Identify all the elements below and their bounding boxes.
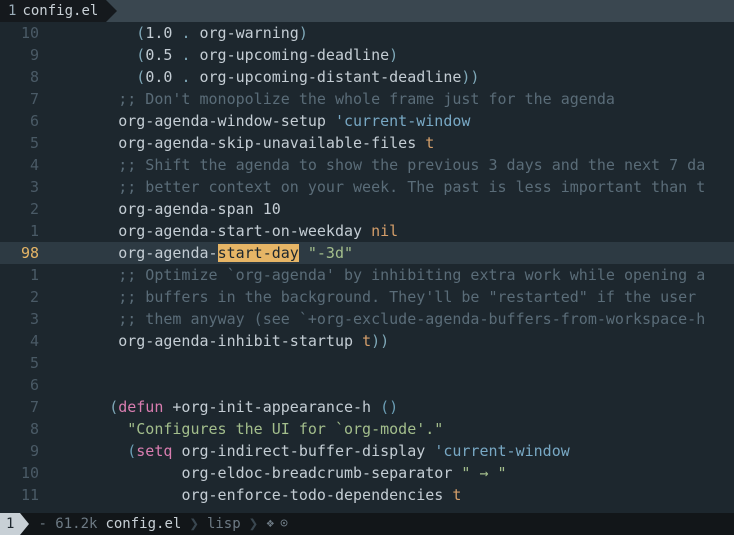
tab-filename: config.el <box>22 0 98 22</box>
line-number: 9 <box>0 44 55 66</box>
code-content: (1.0 . org-warning) <box>55 22 308 44</box>
code-content: ;; Optimize `org-agenda' by inhibiting e… <box>55 264 705 286</box>
tab-number: 1 <box>8 0 16 22</box>
tab-bar: 1 config.el <box>0 0 734 22</box>
tab-config[interactable]: 1 config.el <box>0 0 106 22</box>
code-content: ;; Shift the agenda to show the previous… <box>55 154 705 176</box>
line-number: 10 <box>0 22 55 44</box>
line-number: 8 <box>0 418 55 440</box>
line-number: 6 <box>0 110 55 132</box>
code-content: ;; them anyway (see `+org-exclude-agenda… <box>55 308 705 330</box>
editor-area[interactable]: 10 (1.0 . org-warning)9 (0.5 . org-upcom… <box>0 22 734 513</box>
code-line[interactable]: 2 org-agenda-span 10 <box>0 198 734 220</box>
line-number: 10 <box>0 462 55 484</box>
code-content: ;; better context on your week. The past… <box>55 176 705 198</box>
code-line[interactable]: 10 (1.0 . org-warning) <box>0 22 734 44</box>
mode-icons: ❖ ⊙ <box>262 513 292 535</box>
code-line[interactable]: 6 <box>0 374 734 396</box>
code-content: (0.5 . org-upcoming-deadline) <box>55 44 398 66</box>
line-number: 1 <box>0 220 55 242</box>
code-line[interactable]: 5 org-agenda-skip-unavailable-files t <box>0 132 734 154</box>
line-number: 2 <box>0 286 55 308</box>
code-line[interactable]: 8 "Configures the UI for `org-mode'." <box>0 418 734 440</box>
status-bar: 1 - 61.2k config.el ❯ lisp ❯ ❖ ⊙ <box>0 513 734 535</box>
code-content: ;; Don't monopolize the whole frame just… <box>55 88 615 110</box>
code-content <box>55 374 109 396</box>
line-number: 4 <box>0 154 55 176</box>
major-mode: lisp <box>203 513 245 535</box>
line-number: 5 <box>0 132 55 154</box>
code-content: org-agenda-start-day "-3d" <box>55 242 353 264</box>
line-number: 5 <box>0 352 55 374</box>
line-number: 4 <box>0 330 55 352</box>
line-number: 11 <box>0 484 55 506</box>
code-line[interactable]: 4 ;; Shift the agenda to show the previo… <box>0 154 734 176</box>
code-line[interactable]: 98 org-agenda-start-day "-3d" <box>0 242 734 264</box>
code-content <box>55 352 109 374</box>
code-content: (defun +org-init-appearance-h () <box>55 396 398 418</box>
code-line[interactable]: 1 ;; Optimize `org-agenda' by inhibiting… <box>0 264 734 286</box>
code-line[interactable]: 9 (setq org-indirect-buffer-display 'cur… <box>0 440 734 462</box>
code-content: org-agenda-start-on-weekday nil <box>55 220 398 242</box>
code-line[interactable]: 6 org-agenda-window-setup 'current-windo… <box>0 110 734 132</box>
code-line[interactable]: 2 ;; buffers in the background. They'll … <box>0 286 734 308</box>
code-line[interactable]: 10 org-eldoc-breadcrumb-separator " → " <box>0 462 734 484</box>
code-line[interactable]: 11 org-enforce-todo-dependencies t <box>0 484 734 506</box>
line-number: 3 <box>0 308 55 330</box>
window-number: 1 <box>0 513 20 535</box>
chevron-right-icon: ❯ <box>245 513 263 535</box>
code-content: org-enforce-todo-dependencies t <box>55 484 461 506</box>
line-number: 7 <box>0 396 55 418</box>
line-number: 1 <box>0 264 55 286</box>
line-number: 98 <box>0 242 55 264</box>
code-line[interactable]: 3 ;; better context on your week. The pa… <box>0 176 734 198</box>
code-content: org-agenda-skip-unavailable-files t <box>55 132 434 154</box>
buffer-name: config.el <box>101 513 185 535</box>
code-content: org-agenda-window-setup 'current-window <box>55 110 470 132</box>
code-content: ;; buffers in the background. They'll be… <box>55 286 705 308</box>
line-number: 7 <box>0 88 55 110</box>
code-line[interactable]: 7 ;; Don't monopolize the whole frame ju… <box>0 88 734 110</box>
line-number: 8 <box>0 66 55 88</box>
code-line[interactable]: 7 (defun +org-init-appearance-h () <box>0 396 734 418</box>
line-number: 3 <box>0 176 55 198</box>
line-number: 2 <box>0 198 55 220</box>
code-line[interactable]: 9 (0.5 . org-upcoming-deadline) <box>0 44 734 66</box>
line-number: 9 <box>0 440 55 462</box>
code-line[interactable]: 1 org-agenda-start-on-weekday nil <box>0 220 734 242</box>
code-line[interactable]: 8 (0.0 . org-upcoming-distant-deadline)) <box>0 66 734 88</box>
diamond-icon: ❖ <box>266 513 274 535</box>
buffer-size: - 61.2k <box>34 513 101 535</box>
chevron-right-icon: ❯ <box>185 513 203 535</box>
code-line[interactable]: 3 ;; them anyway (see `+org-exclude-agen… <box>0 308 734 330</box>
code-line[interactable]: 5 <box>0 352 734 374</box>
code-content: org-eldoc-breadcrumb-separator " → " <box>55 462 507 484</box>
code-line[interactable]: 4 org-agenda-inhibit-startup t)) <box>0 330 734 352</box>
code-content: "Configures the UI for `org-mode'." <box>55 418 443 440</box>
code-content: org-agenda-span 10 <box>55 198 281 220</box>
code-content: (setq org-indirect-buffer-display 'curre… <box>55 440 570 462</box>
circle-icon: ⊙ <box>280 513 288 535</box>
code-content: org-agenda-inhibit-startup t)) <box>55 330 389 352</box>
line-number: 6 <box>0 374 55 396</box>
code-content: (0.0 . org-upcoming-distant-deadline)) <box>55 66 479 88</box>
